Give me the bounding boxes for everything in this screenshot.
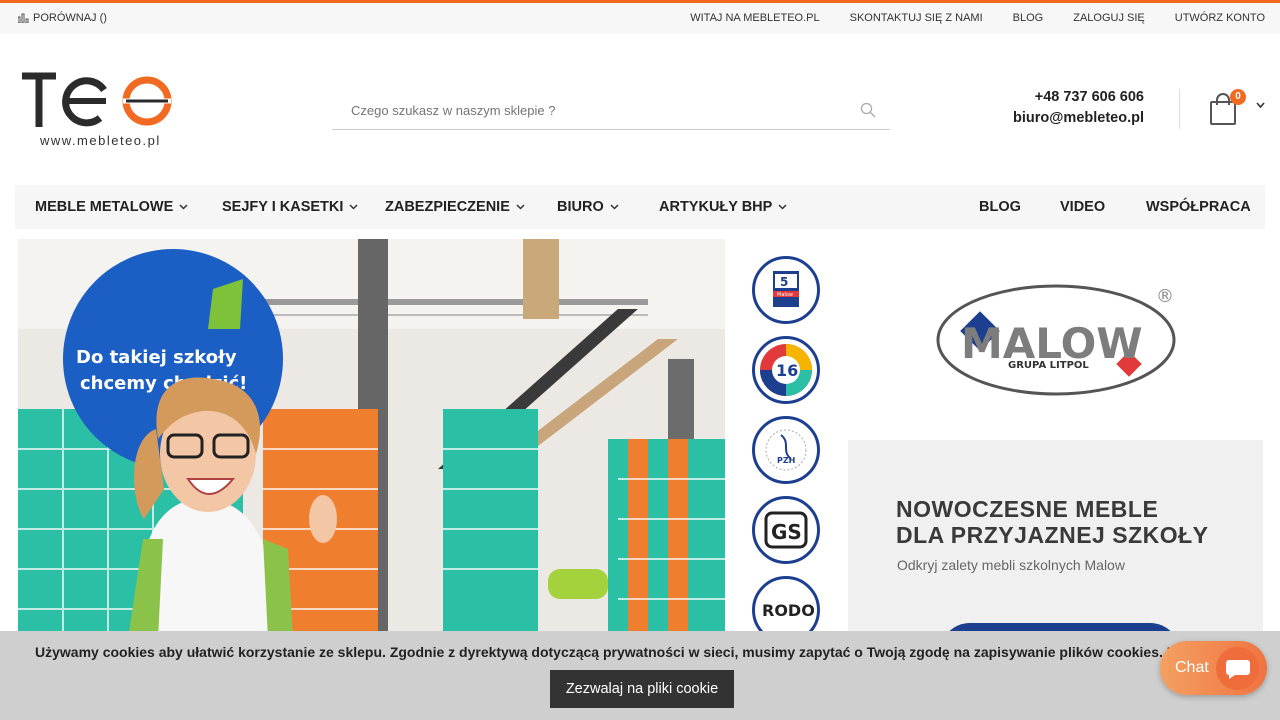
promo-subheading: Odkryj zalety mebli szkolnych Malow (897, 557, 1125, 573)
main-navigation: MEBLE METALOWE SEJFY I KASETKI ZABEZPIEC… (15, 185, 1265, 229)
warranty-years: 5 (780, 275, 788, 289)
compare-label: PORÓWNAJ () (33, 12, 107, 24)
search-bar (332, 91, 890, 130)
nav-item-meble-metalowe[interactable]: MEBLE METALOWE (35, 185, 188, 229)
top-bar: PORÓWNAJ () WITAJ NA MEBLETEO.PL SKONTAK… (0, 3, 1280, 34)
nav-item-label: WSPÓŁPRACA (1146, 198, 1251, 215)
phone-number[interactable]: +48 737 606 606 (1013, 87, 1144, 108)
chat-bubble-icon (1216, 647, 1259, 690)
chat-label: Chat (1175, 659, 1209, 676)
school-lockers-image: Do takiej szkoły chcemy chodzić! (18, 239, 725, 639)
nav-item-label: VIDEO (1060, 198, 1106, 215)
nav-item-label: ZABEZPIECZENIE (385, 198, 510, 215)
email-address[interactable]: biuro@mebleteo.pl (1013, 108, 1144, 129)
chevron-down-icon[interactable] (1256, 102, 1265, 109)
chat-widget[interactable]: Chat (1160, 641, 1267, 695)
nav-item-wspolpraca[interactable]: WSPÓŁPRACA (1146, 185, 1251, 229)
malow-tagline: GRUPA LITPOL (1008, 360, 1089, 371)
chevron-down-icon (610, 204, 619, 210)
pzh-badge[interactable]: PZH (752, 416, 820, 484)
cart-count-badge: 0 (1230, 89, 1246, 105)
warranty-badge[interactable]: 5 Malow (752, 256, 820, 324)
nav-item-label: MEBLE METALOWE (35, 198, 174, 215)
promo-heading-line2: DLA PRZYJAZNEJ SZKOŁY (896, 522, 1209, 548)
nav-item-biuro[interactable]: BIURO (557, 185, 619, 229)
hero-banner[interactable]: Do takiej szkoły chcemy chodzić! (18, 239, 725, 639)
accept-cookies-button[interactable]: Zezwalaj na pliki cookie (550, 670, 734, 708)
welcome-link[interactable]: WITAJ NA MEBLETEO.PL (690, 12, 819, 24)
nav-item-video[interactable]: VIDEO (1060, 185, 1105, 229)
rodo-label: RODO (762, 601, 814, 620)
warranty-icon: 5 Malow (773, 271, 799, 307)
promo-heading-line1: NOWOCZESNE MEBLE (896, 496, 1159, 522)
nav-item-label: BIURO (557, 198, 604, 215)
login-link[interactable]: ZALOGUJ SIĘ (1073, 12, 1145, 24)
chevron-down-icon (516, 204, 525, 210)
search-icon[interactable] (860, 102, 876, 118)
nav-item-zabezpieczenie[interactable]: ZABEZPIECZENIE (385, 185, 525, 229)
promo-banner[interactable]: NOWOCZESNE MEBLE DLA PRZYJAZNEJ SZKOŁY O… (848, 440, 1263, 640)
contact-link[interactable]: SKONTAKTUJ SIĘ Z NAMI (850, 12, 983, 24)
malow-logo[interactable]: MALOW GRUPA LITPOL ® (848, 265, 1263, 415)
colors-badge[interactable]: 16 (752, 336, 820, 404)
pzh-label: PZH (777, 456, 795, 465)
nav-item-blog[interactable]: BLOG (979, 185, 1021, 229)
nav-item-label: ARTYKUŁY BHP (659, 198, 773, 215)
bar-chart-icon (18, 13, 29, 23)
chevron-down-icon (778, 204, 787, 210)
nav-item-sejfy[interactable]: SEJFY I KASETKI (222, 185, 358, 229)
banner-headline-1: Do takiej szkoły (76, 347, 237, 368)
cookie-message: Używamy cookies aby ułatwić korzystanie … (35, 644, 1175, 660)
site-logo[interactable]: www.mebleteo.pl (20, 70, 180, 150)
promo-heading: NOWOCZESNE MEBLE DLA PRZYJAZNEJ SZKOŁY (896, 496, 1209, 548)
register-link[interactable]: UTWÓRZ KONTO (1175, 12, 1265, 24)
blog-top-link[interactable]: BLOG (1013, 12, 1044, 24)
gs-label: GS (771, 520, 802, 544)
colors-count: 16 (776, 361, 798, 380)
chevron-down-icon (179, 204, 188, 210)
malow-logo-graphic: MALOW GRUPA LITPOL ® (936, 284, 1176, 396)
nav-item-label: SEJFY I KASETKI (222, 198, 344, 215)
color-wheel-icon: 16 (760, 344, 812, 396)
chevron-down-icon (349, 204, 358, 210)
nav-item-bhp[interactable]: ARTYKUŁY BHP (659, 185, 787, 229)
header: www.mebleteo.pl +48 737 606 606 biuro@me… (0, 34, 1280, 184)
search-input[interactable] (332, 91, 890, 129)
warranty-brand: Malow (777, 292, 793, 298)
gs-badge[interactable]: GS (752, 496, 820, 564)
cookie-banner: Używamy cookies aby ułatwić korzystanie … (0, 631, 1280, 720)
nav-item-label: BLOG (979, 198, 1021, 215)
top-links: WITAJ NA MEBLETEO.PL SKONTAKTUJ SIĘ Z NA… (690, 12, 1280, 24)
header-divider (1179, 89, 1180, 129)
registered-mark: ® (1156, 286, 1174, 307)
compare-link[interactable]: PORÓWNAJ () (18, 12, 107, 24)
rodo-icon: RODO (762, 601, 814, 620)
gs-icon: GS (764, 511, 808, 549)
cart-button[interactable]: 0 (1208, 89, 1265, 128)
pzh-icon: PZH (765, 429, 807, 471)
contact-info: +48 737 606 606 biuro@mebleteo.pl (1013, 87, 1144, 129)
logo-url-text: www.mebleteo.pl (40, 133, 161, 148)
